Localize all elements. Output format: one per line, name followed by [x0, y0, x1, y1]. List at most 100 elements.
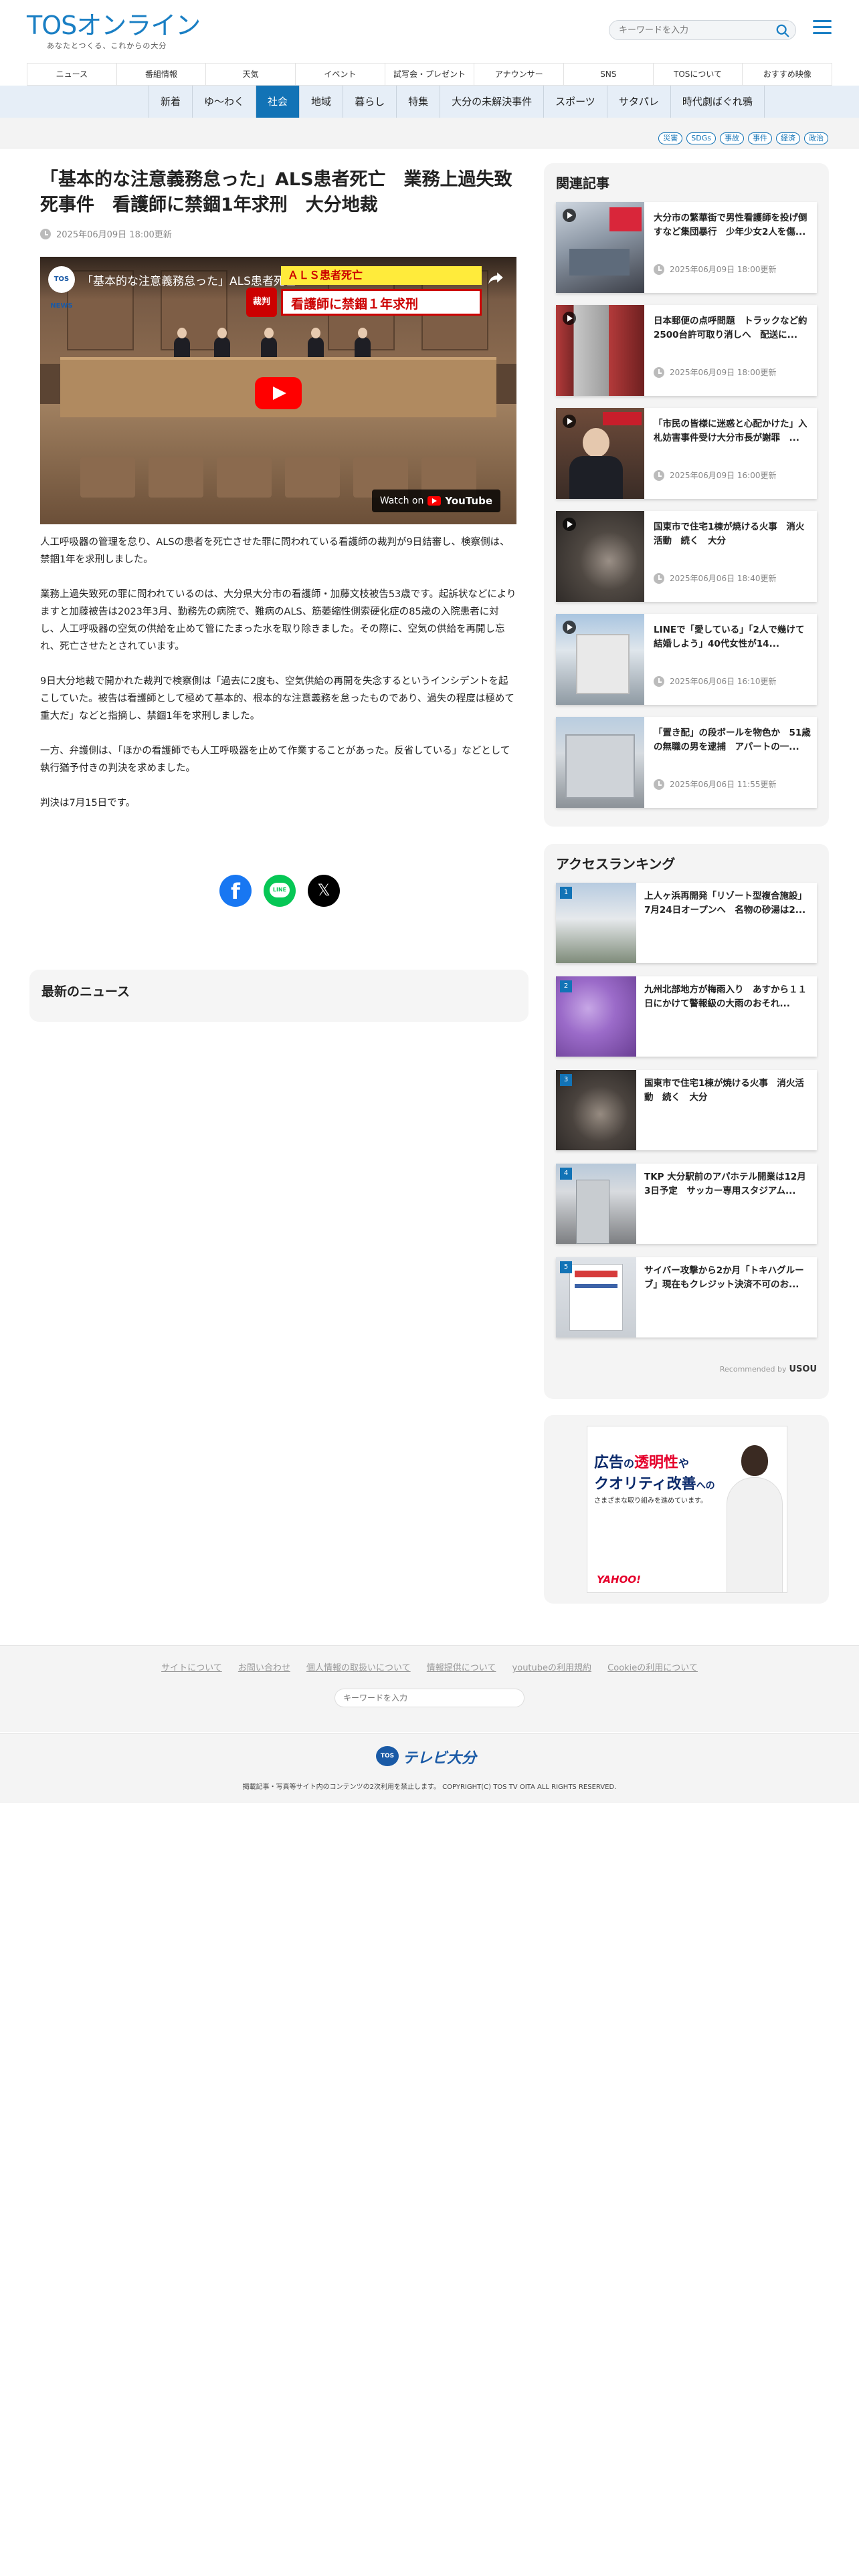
footer-link-cookie[interactable]: Cookieの利用について — [607, 1663, 698, 1673]
ranking-item[interactable]: 3 国東市で住宅1棟が焼ける火事 消火活動 続く 大分 — [556, 1070, 817, 1150]
category-tab-satapare[interactable]: サタパレ — [607, 86, 671, 118]
caption-line-2: 看護師に禁錮１年求刑 — [281, 289, 482, 316]
global-nav-programs[interactable]: 番組情報 — [116, 64, 206, 85]
ranking-item-title: 上人ヶ浜再開発「リゾート型複合施設」7月24日オープンへ 名物の砂湯は2... — [644, 891, 807, 916]
ad-headline-2: クオリティ改善への — [594, 1476, 715, 1493]
global-nav-sns[interactable]: SNS — [563, 64, 653, 85]
share-icon[interactable] — [487, 269, 504, 286]
category-tab-yuwaku[interactable]: ゆ〜わく — [193, 86, 257, 118]
global-nav-about[interactable]: TOSについて — [652, 64, 743, 85]
global-nav-news[interactable]: ニュース — [27, 64, 116, 85]
category-tab-unsolved[interactable]: 大分の未解決事件 — [440, 86, 545, 118]
related-item-title: 日本郵便の点呼問題 トラックなど約2500台許可取り消しへ 配送に... — [654, 316, 807, 340]
rank-number: 2 — [560, 980, 572, 992]
clock-icon — [654, 366, 664, 378]
tag-accident[interactable]: 事故 — [720, 132, 744, 144]
global-nav: ニュース 番組情報 天気 イベント 試写会・プレゼント アナウンサー SNS T… — [27, 63, 833, 86]
youtube-video-embed[interactable]: TOS NEWS 「基本的な注意義務怠った」ALS患者死亡 裁判 ＡＬＳ患者死亡… — [40, 257, 516, 524]
related-item[interactable]: 「置き配」の段ボールを物色か 51歳の無職の男を逮捕 アパートの一... 202… — [556, 717, 817, 808]
recommended-by[interactable]: Recommended by USOU — [720, 1364, 817, 1374]
menu-icon[interactable] — [813, 20, 832, 36]
article-body: 人工呼吸器の管理を怠り、ALSの患者を死亡させた罪に問われている看護師の裁判が9… — [40, 534, 516, 829]
related-thumbnail — [556, 408, 644, 499]
ad-person-image — [721, 1440, 783, 1592]
category-nav: 新着 ゆ〜わく 社会 地域 暮らし 特集 大分の未解決事件 スポーツ サタパレ … — [149, 86, 765, 118]
ranking-thumbnail: 3 — [556, 1070, 636, 1150]
related-item[interactable]: 大分市の繁華街で男性看護師を投げ倒すなど集団暴行 少年少女2人を傷... 202… — [556, 202, 817, 293]
footer-link-about-site[interactable]: サイトについて — [161, 1663, 222, 1673]
global-nav-recommended[interactable]: おすすめ映像 — [742, 64, 833, 85]
footer-link-privacy[interactable]: 個人情報の取扱いについて — [306, 1663, 411, 1673]
article-paragraph: 一方、弁護側は、「ほかの看護師でも人工呼吸器を止めて作業することがあった。反省し… — [40, 746, 510, 774]
channel-avatar[interactable]: TOS NEWS — [48, 266, 75, 310]
youtube-logo-icon — [427, 496, 442, 506]
category-tab-sports[interactable]: スポーツ — [544, 86, 607, 118]
ranking-item[interactable]: 5 サイバー攻撃から2か月「トキハグルーブ」現在もクレジット決済不可のお... — [556, 1257, 817, 1337]
copyright: 掲載記事・写真等サイト内のコンテンツの2次利用を禁止します。 COPYRIGHT… — [242, 1784, 617, 1791]
footer-links: サイトについて お問い合わせ 個人情報の取扱いについて 情報提供について you… — [0, 1660, 859, 1673]
line-share-icon[interactable]: LINE — [264, 875, 296, 907]
footer-search-input[interactable] — [335, 1689, 516, 1707]
global-nav-announcers[interactable]: アナウンサー — [474, 64, 563, 85]
ranking-item[interactable]: 1 上人ヶ浜再開発「リゾート型複合施設」7月24日オープンへ 名物の砂湯は2..… — [556, 883, 817, 963]
global-nav-presents[interactable]: 試写会・プレゼント — [384, 64, 474, 85]
search-icon[interactable] — [775, 23, 790, 38]
related-item-date: 2025年06月06日 16:10更新 — [654, 675, 776, 687]
related-item-date: 2025年06月06日 18:40更新 — [654, 572, 776, 584]
article-paragraph: 人工呼吸器の管理を怠り、ALSの患者を死亡させた罪に問われている看護師の裁判が9… — [40, 537, 510, 565]
site-logo[interactable]: TOSオンライン あなたとつくる、これからの大分 — [27, 11, 207, 50]
footer-link-tips[interactable]: 情報提供について — [427, 1663, 496, 1673]
header-search-input[interactable] — [609, 21, 763, 39]
rank-number: 3 — [560, 1074, 572, 1086]
related-item-date: 2025年06月09日 18:00更新 — [654, 366, 776, 378]
related-item-date: 2025年06月09日 18:00更新 — [654, 263, 776, 275]
tos-footer-logo[interactable]: TOS テレビ大分 — [376, 1745, 483, 1767]
caption-line-1: ＡＬＳ患者死亡 — [281, 266, 482, 285]
related-item[interactable]: 日本郵便の点呼問題 トラックなど約2500台許可取り消しへ 配送に... 202… — [556, 305, 817, 396]
watch-on-youtube-button[interactable]: Watch on YouTube — [371, 490, 500, 512]
ranking-item[interactable]: 2 九州北部地方が梅雨入り あすから１１日にかけて警報級の大雨のおそれ... — [556, 976, 817, 1057]
ranking-thumbnail: 5 — [556, 1257, 636, 1337]
category-tab-living[interactable]: 暮らし — [343, 86, 397, 118]
footer-link-contact[interactable]: お問い合わせ — [238, 1663, 290, 1673]
ad-headline-1: 広告の透明性や — [594, 1455, 690, 1471]
related-item[interactable]: 国東市で住宅1棟が焼ける火事 消火活動 続く 大分 2025年06月06日 18… — [556, 511, 817, 602]
related-item[interactable]: 「市民の皆様に迷惑と心配かけた」入札妨害事件受け大分市長が謝罪 ... 2025… — [556, 408, 817, 499]
clock-icon — [654, 675, 664, 687]
tag-sdgs[interactable]: SDGs — [686, 132, 716, 144]
related-item-date: 2025年06月09日 16:00更新 — [654, 469, 776, 481]
tag-economy[interactable]: 経済 — [776, 132, 800, 144]
line-label: LINE — [270, 883, 290, 897]
play-button-icon[interactable] — [255, 377, 302, 409]
related-item[interactable]: LINEで「愛している」「2人で幾けて結婚しよう」40代女性が14... 202… — [556, 614, 817, 705]
global-nav-weather[interactable]: 天気 — [205, 64, 295, 85]
article-paragraph: 判決は7月15日です。 — [40, 798, 136, 809]
tag-incident[interactable]: 事件 — [748, 132, 772, 144]
article-paragraph: 業務上過失致死の罪に問われているのは、大分県大分市の看護師・加藤文枝被告53歳で… — [40, 589, 516, 652]
station-name: テレビ大分 — [403, 1750, 477, 1767]
advertisement-banner[interactable]: 広告の透明性や クオリティ改善への さまざまな取り組みを進めています。 YAHO… — [587, 1426, 787, 1593]
ranking-item-title: サイバー攻撃から2か月「トキハグルーブ」現在もクレジット決済不可のお... — [644, 1265, 804, 1290]
facebook-share-icon[interactable] — [219, 875, 252, 907]
footer-links-area: サイトについて お問い合わせ 個人情報の取扱いについて 情報提供について you… — [0, 1645, 859, 1732]
category-tab-society[interactable]: 社会 — [256, 86, 300, 118]
tag-disaster[interactable]: 災害 — [658, 132, 683, 144]
recommended-brand: USOU — [789, 1364, 817, 1374]
ranking-item-title: 国東市で住宅1棟が焼ける火事 消火活動 続く 大分 — [644, 1078, 804, 1103]
ranking-title: アクセスランキング — [556, 856, 676, 872]
x-share-icon[interactable] — [308, 875, 340, 907]
article: 「基本的な注意義務怠った」ALS患者死亡 業務上過失致死事件 看護師に禁錮1年求… — [40, 167, 516, 907]
category-tab-feature[interactable]: 特集 — [397, 86, 441, 118]
tag-politics[interactable]: 政治 — [804, 132, 828, 144]
article-paragraph: 9日大分地裁で開かれた裁判で検察側は「過去に2度も、空気供給の再開を失念するとい… — [40, 676, 514, 722]
global-nav-events[interactable]: イベント — [295, 64, 385, 85]
ad-container: 広告の透明性や クオリティ改善への さまざまな取り組みを進めています。 YAHO… — [544, 1415, 829, 1604]
footer-link-youtube-terms[interactable]: youtubeの利用規約 — [512, 1663, 591, 1673]
category-tab-region[interactable]: 地域 — [300, 86, 344, 118]
ranking-item[interactable]: 4 TKP 大分駅前のアパホテル開業は12月3日予定 サッカー専用スタジアム..… — [556, 1164, 817, 1244]
tag-bar: 災害 SDGs 事故 事件 経済 政治 — [0, 118, 859, 148]
category-tab-jidaigeki[interactable]: 時代劇ばぐれ鴉 — [671, 86, 765, 118]
video-caption: 裁判 ＡＬＳ患者死亡 看護師に禁錮１年求刑 — [246, 266, 482, 320]
related-title: 関連記事 — [556, 175, 609, 191]
category-tab-latest[interactable]: 新着 — [149, 86, 193, 118]
